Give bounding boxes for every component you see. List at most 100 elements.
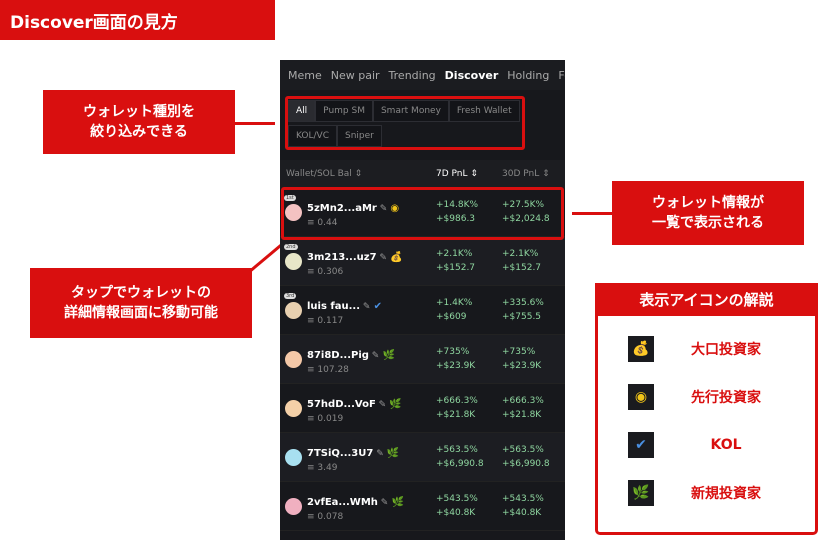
- edit-icon[interactable]: ✎: [376, 400, 387, 410]
- sprout-icon: 🌿: [386, 399, 402, 410]
- verified-badge-icon: ✔: [370, 301, 382, 312]
- pnl-30d-usd: +$755.5: [502, 312, 542, 322]
- icon-legend: 表示アイコンの解説 💰 大口投資家 ◉ 先行投資家 ✔ KOL 🌿 新規投資家: [595, 283, 818, 535]
- sol-balance: 3.49: [317, 463, 338, 473]
- tab-foll[interactable]: Foll: [558, 69, 565, 82]
- pnl-7d-usd: +$609: [436, 312, 467, 322]
- pnl-30d-usd: +$6,990.8: [502, 459, 550, 469]
- pnl-30d-percent: +735%: [502, 346, 536, 357]
- edit-icon[interactable]: ✎: [369, 351, 380, 361]
- sol-balance: 0.306: [317, 267, 344, 277]
- edit-icon[interactable]: ✎: [360, 302, 371, 312]
- sol-balance: 0.019: [317, 414, 344, 424]
- sol-balance: 0.078: [317, 512, 344, 522]
- pnl-7d-usd: +$21.8K: [436, 410, 476, 420]
- pnl-30d-percent: +666.3%: [502, 395, 544, 406]
- sprout-icon: 🌿: [379, 350, 395, 361]
- wallet-name: luis fau...: [307, 301, 361, 312]
- legend-label: 新規投資家: [691, 486, 761, 502]
- wallet-name: 3m213...uz7: [307, 252, 377, 263]
- pnl-30d-usd: +$23.9K: [502, 361, 542, 371]
- callout-filter: ウォレット種別を 絞り込みできる: [43, 90, 235, 154]
- tab-meme[interactable]: Meme: [288, 69, 322, 82]
- pnl-7d-percent: +563.5%: [436, 444, 478, 455]
- sol-icon: ≡: [307, 414, 318, 424]
- sol-icon: ≡: [307, 267, 318, 277]
- pnl-30d-percent: +543.5%: [502, 493, 544, 504]
- highlight-box: [281, 187, 564, 240]
- legend-item: 💰 大口投資家: [628, 336, 798, 362]
- avatar: [285, 448, 302, 466]
- callout-tap: タップでウォレットの 詳細情報画面に移動可能: [30, 268, 252, 338]
- legend-label: 大口投資家: [691, 342, 761, 358]
- wallet-row[interactable]: 2nd 3m213...uz7 ✎ 💰 ≡ 0.306 +2.1K% +$152.…: [280, 237, 565, 286]
- tab-bar: Meme New pair Trending Discover Holding Foll: [280, 60, 565, 90]
- page-title: Discover画面の見方: [0, 0, 275, 40]
- legend-item: 🌿 新規投資家: [628, 480, 798, 506]
- app-screen: MemeNew pairTrendingDiscoverHoldingFoll …: [280, 60, 565, 540]
- sprout-icon: 🌿: [628, 480, 654, 506]
- wallet-row[interactable]: 3rd luis fau... ✎ ✔ ≡ 0.117 +1.4K% +$609 …: [280, 286, 565, 335]
- legend-label: KOL: [710, 437, 742, 453]
- edit-icon[interactable]: ✎: [378, 498, 389, 508]
- avatar: [285, 350, 302, 368]
- edit-icon[interactable]: ✎: [373, 449, 384, 459]
- pnl-7d-usd: +$152.7: [436, 263, 476, 273]
- pnl-7d-percent: +543.5%: [436, 493, 478, 504]
- sprout-icon: 🌿: [383, 448, 400, 459]
- legend-item: ◉ 先行投資家: [628, 384, 798, 410]
- sol-icon: ≡: [307, 365, 318, 375]
- tab-new-pair[interactable]: New pair: [331, 69, 380, 82]
- col-7d-pnl[interactable]: 7D PnL ⇕: [436, 169, 478, 179]
- arrow: [235, 122, 275, 125]
- wallet-row[interactable]: 2vfEa...WMh ✎ 🌿 ≡ 0.078 +543.5% +$40.8K +…: [280, 482, 565, 531]
- legend-label: 先行投資家: [691, 390, 761, 406]
- pnl-30d-usd: +$152.7: [502, 263, 542, 273]
- wallet-name: 2vfEa...WMh: [307, 497, 378, 508]
- wallet-name: 87i8D...Pig: [307, 350, 369, 361]
- sol-icon: ≡: [307, 316, 318, 326]
- col-30d-pnl[interactable]: 30D PnL ⇕: [502, 169, 550, 179]
- wallet-row[interactable]: 7TSiQ...3U7 ✎ 🌿 ≡ 3.49 +563.5% +$6,990.8 …: [280, 433, 565, 482]
- table-header: Wallet/SOL Bal ⇕ 7D PnL ⇕ 30D PnL ⇕: [280, 160, 565, 188]
- pnl-7d-percent: +2.1K%: [436, 248, 473, 259]
- rank-badge: 3rd: [284, 292, 297, 299]
- tab-holding[interactable]: Holding: [507, 69, 549, 82]
- edit-icon[interactable]: ✎: [377, 253, 387, 263]
- rank-badge: 2nd: [284, 243, 298, 250]
- avatar: 3rd: [284, 292, 302, 319]
- avatar: [285, 399, 302, 417]
- pnl-7d-usd: +$40.8K: [436, 508, 476, 518]
- verified-badge-icon: ✔: [628, 432, 654, 458]
- pnl-30d-usd: +$40.8K: [502, 508, 542, 518]
- wallet-name: 7TSiQ...3U7: [307, 448, 374, 459]
- col-wallet[interactable]: Wallet/SOL Bal ⇕: [286, 169, 362, 179]
- tab-trending[interactable]: Trending: [389, 69, 436, 82]
- sprout-icon: 🌿: [388, 497, 404, 508]
- pnl-30d-percent: +2.1K%: [502, 248, 539, 259]
- wallet-row[interactable]: 57hdD...VoF ✎ 🌿 ≡ 0.019 +666.3% +$21.8K +…: [280, 384, 565, 433]
- avatar: [285, 497, 302, 515]
- money-bag-icon: 💰: [386, 252, 403, 263]
- sol-icon: ≡: [307, 512, 318, 522]
- sol-icon: ≡: [307, 463, 318, 473]
- pnl-7d-usd: +$6,990.8: [436, 459, 484, 469]
- pnl-7d-percent: +666.3%: [436, 395, 478, 406]
- callout-info: ウォレット情報が 一覧で表示される: [612, 181, 804, 245]
- arrow: [572, 212, 612, 215]
- tab-discover[interactable]: Discover: [445, 69, 499, 82]
- target-icon: ◉: [628, 384, 654, 410]
- wallet-row[interactable]: 87i8D...Pig ✎ 🌿 ≡ 107.28 +735% +$23.9K +7…: [280, 335, 565, 384]
- highlight-box: [285, 96, 525, 150]
- avatar: 2nd: [284, 243, 302, 270]
- pnl-30d-percent: +335.6%: [502, 297, 544, 308]
- pnl-7d-usd: +$23.9K: [436, 361, 476, 371]
- wallet-name: 57hdD...VoF: [307, 399, 376, 410]
- money-bag-icon: 💰: [628, 336, 654, 362]
- sol-balance: 107.28: [317, 365, 349, 375]
- legend-title: 表示アイコンの解説: [595, 283, 818, 316]
- pnl-7d-percent: +1.4K%: [436, 297, 473, 308]
- pnl-30d-percent: +563.5%: [502, 444, 544, 455]
- legend-item: ✔ KOL: [628, 432, 798, 458]
- pnl-30d-usd: +$21.8K: [502, 410, 542, 420]
